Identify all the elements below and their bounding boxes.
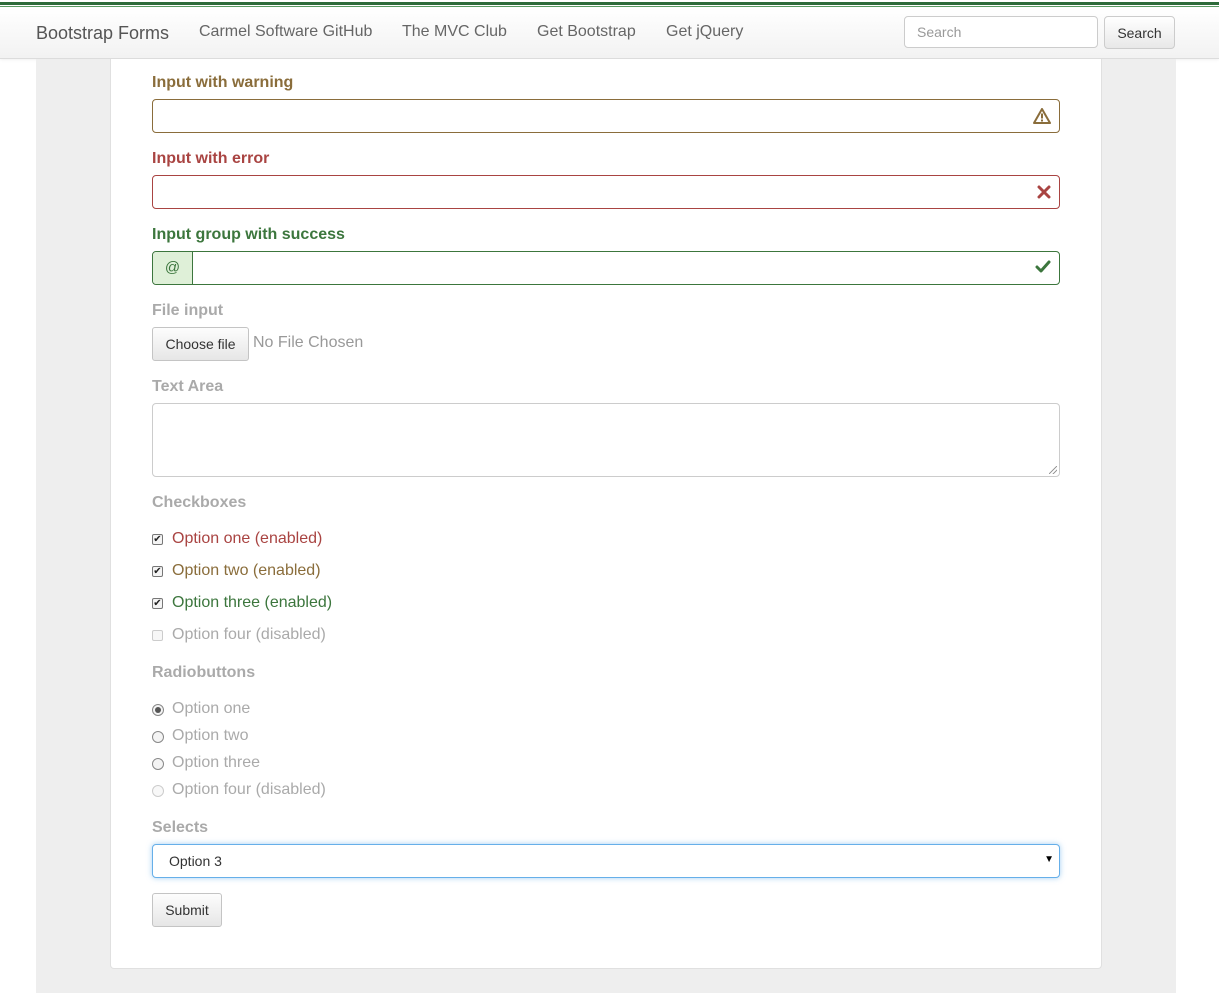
- choose-file-button[interactable]: Choose file: [152, 327, 249, 361]
- selects-label: Selects: [152, 819, 209, 836]
- checkbox-disabled-icon: [152, 630, 163, 641]
- top-accent-stripe: [0, 0, 1219, 8]
- search-input[interactable]: [904, 16, 1098, 48]
- warning-input[interactable]: [152, 99, 1060, 133]
- warning-triangle-icon: [1033, 104, 1051, 131]
- checkbox-checked-icon[interactable]: ✔: [152, 566, 163, 577]
- nav-link-mvc-club[interactable]: The MVC Club: [402, 23, 507, 41]
- option-select[interactable]: Option 3 ▼: [152, 844, 1060, 878]
- file-status-text: No File Chosen: [253, 334, 364, 351]
- textarea-label: Text Area: [152, 378, 224, 395]
- navbar: Bootstrap Forms Carmel Software GitHub T…: [0, 8, 1219, 59]
- search-button[interactable]: Search: [1104, 16, 1175, 49]
- file-input-label: File input: [152, 302, 224, 319]
- nav-link-carmel-github[interactable]: Carmel Software GitHub: [199, 23, 372, 41]
- radio-label: Option two: [172, 727, 249, 744]
- navbar-brand[interactable]: Bootstrap Forms: [36, 23, 169, 44]
- resize-handle-icon[interactable]: [1049, 466, 1057, 474]
- success-label: Input group with success: [152, 226, 345, 243]
- checkbox-checked-icon[interactable]: ✔: [152, 598, 163, 609]
- radio-disabled-icon: [152, 785, 164, 797]
- checkbox-label: Option three (enabled): [172, 594, 333, 611]
- submit-button[interactable]: Submit: [152, 893, 222, 927]
- nav-link-get-jquery[interactable]: Get jQuery: [666, 23, 743, 41]
- success-input-group[interactable]: @: [152, 251, 1060, 285]
- checkbox-label: Option two (enabled): [172, 562, 321, 579]
- checkbox-label: Option one (enabled): [172, 530, 323, 547]
- caret-down-icon: ▼: [1044, 854, 1054, 865]
- radio-unchecked-icon[interactable]: [152, 758, 164, 770]
- at-sign-addon: @: [153, 252, 193, 284]
- text-area[interactable]: [152, 403, 1060, 477]
- checkboxes-label: Checkboxes: [152, 494, 247, 511]
- warning-label: Input with warning: [152, 74, 294, 91]
- checkmark-icon: [1035, 256, 1051, 281]
- radio-label: Option one: [172, 700, 251, 717]
- radio-label: Option four (disabled): [172, 781, 326, 798]
- radio-checked-icon[interactable]: [152, 704, 164, 716]
- error-label: Input with error: [152, 150, 270, 167]
- radiobuttons-label: Radiobuttons: [152, 664, 256, 681]
- radio-label: Option three: [172, 754, 261, 771]
- checkbox-label: Option four (disabled): [172, 626, 326, 643]
- error-input[interactable]: [152, 175, 1060, 209]
- radio-unchecked-icon[interactable]: [152, 731, 164, 743]
- select-value: Option 3: [169, 853, 222, 869]
- remove-x-icon: [1037, 180, 1051, 206]
- checkbox-checked-icon[interactable]: ✔: [152, 534, 163, 545]
- nav-link-get-bootstrap[interactable]: Get Bootstrap: [537, 23, 636, 41]
